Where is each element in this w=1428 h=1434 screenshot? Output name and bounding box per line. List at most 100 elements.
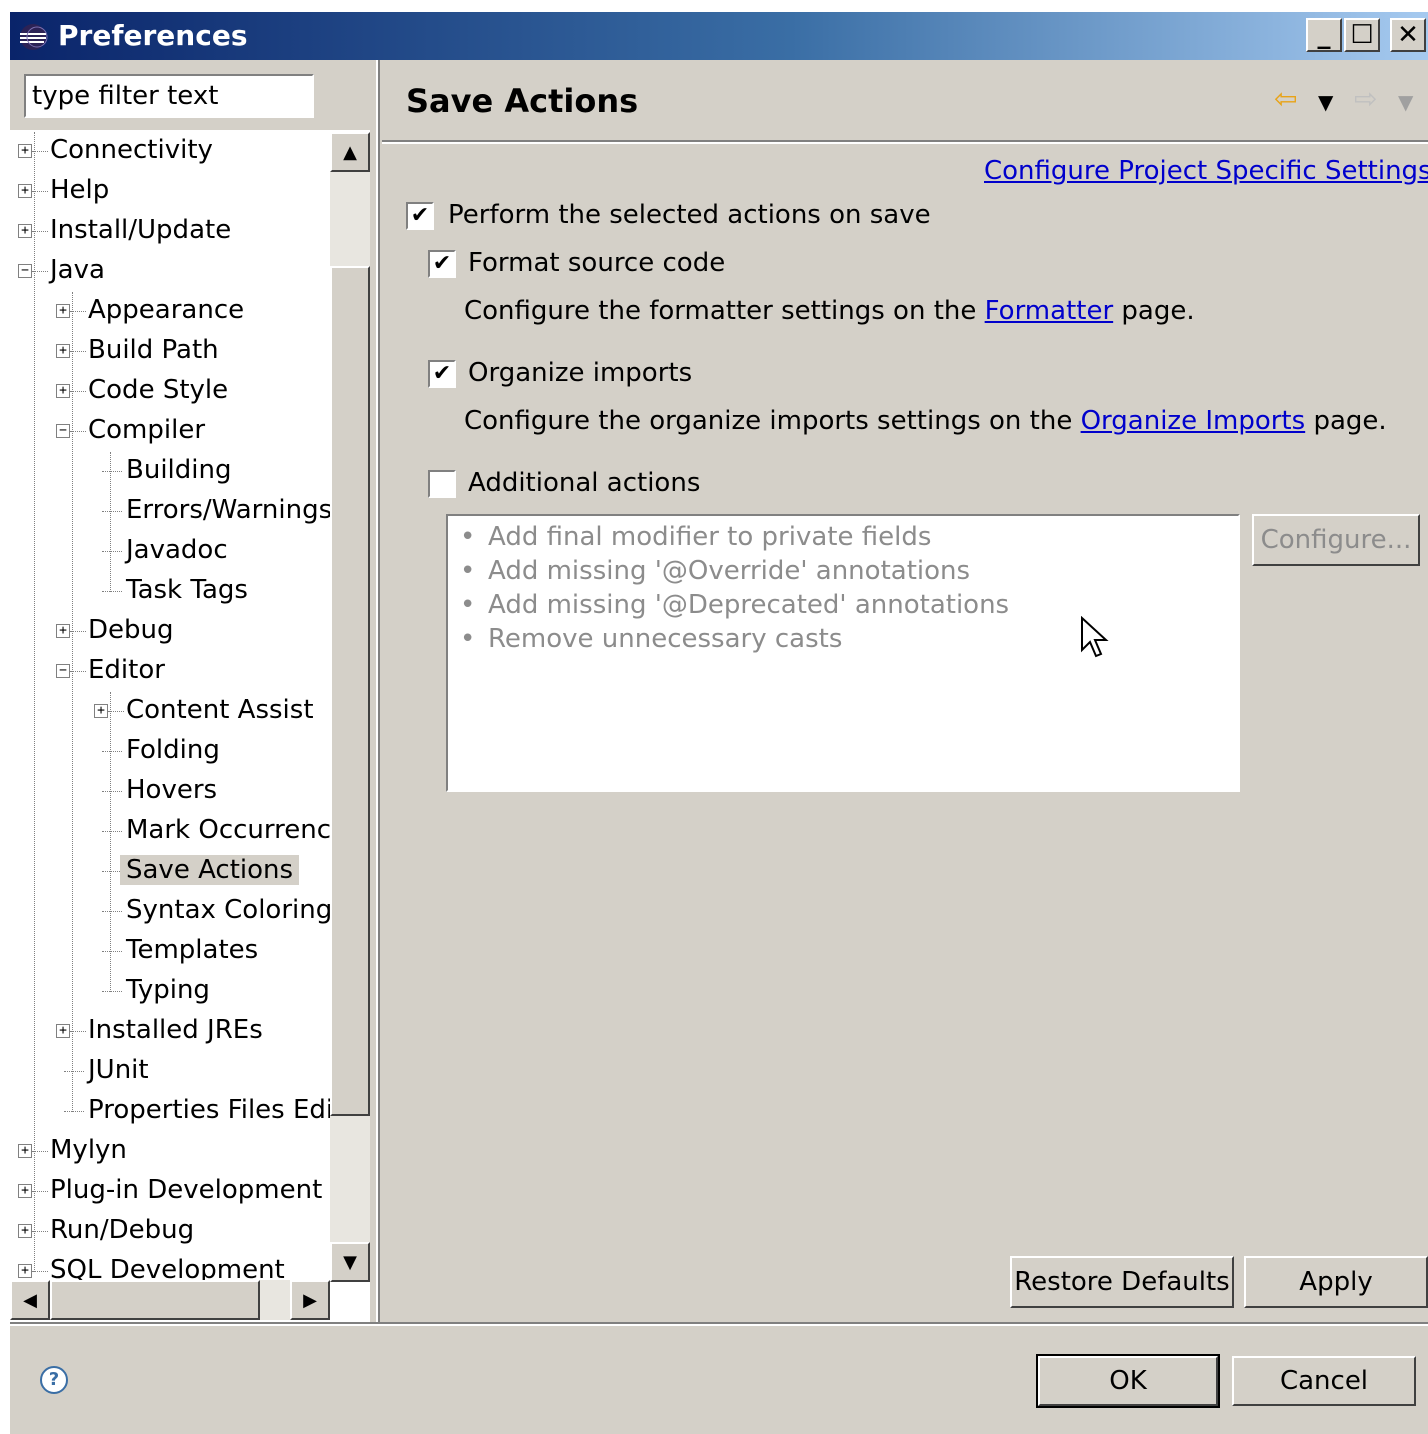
tree-connector bbox=[70, 1031, 86, 1032]
tree-item-label: Java bbox=[50, 255, 105, 285]
tree-expander-icon[interactable]: − bbox=[56, 664, 70, 678]
tree-expander-icon[interactable]: + bbox=[18, 224, 32, 238]
preference-tree[interactable]: + Connectivity + Help + Install/Update − Java + A… bbox=[10, 130, 370, 1322]
tree-connector bbox=[70, 671, 86, 672]
tree-expander-icon[interactable]: + bbox=[18, 1264, 32, 1278]
title-bar[interactable]: Preferences _ ☐ ✕ bbox=[10, 12, 1428, 60]
tree-connector bbox=[102, 751, 122, 752]
tree-item[interactable]: Compiler bbox=[88, 412, 205, 448]
ok-button[interactable]: OK bbox=[1036, 1354, 1220, 1408]
minimize-icon: _ bbox=[1317, 20, 1331, 50]
tree-item[interactable]: Mylyn bbox=[50, 1132, 127, 1168]
scroll-up-button[interactable]: ▲ bbox=[330, 132, 370, 172]
additional-actions-checkbox[interactable] bbox=[428, 470, 456, 498]
tree-connector bbox=[32, 271, 48, 272]
tree-expander-icon[interactable]: + bbox=[18, 1184, 32, 1198]
maximize-button[interactable]: ☐ bbox=[1344, 18, 1380, 52]
perform-on-save-checkbox[interactable]: ✔ bbox=[406, 202, 434, 230]
tree-item-label: Typing bbox=[126, 975, 210, 1005]
arrow-right-icon: ▶ bbox=[303, 1289, 317, 1311]
tree-item[interactable]: Syntax Coloring bbox=[126, 892, 332, 928]
tree-item[interactable]: Mark Occurrences bbox=[126, 812, 361, 848]
close-button[interactable]: ✕ bbox=[1390, 18, 1426, 52]
additional-actions-label: Additional actions bbox=[468, 468, 701, 498]
tree-item[interactable]: Java bbox=[50, 252, 105, 288]
tree-item-label: Plug-in Development bbox=[50, 1175, 323, 1205]
tree-expander-icon[interactable]: + bbox=[18, 1144, 32, 1158]
tree-item[interactable]: Appearance bbox=[88, 292, 244, 328]
tree-expander-icon[interactable]: + bbox=[18, 144, 32, 158]
tree-item[interactable]: Content Assist bbox=[126, 692, 314, 728]
tree-expander-icon[interactable]: + bbox=[18, 184, 32, 198]
tree-connector bbox=[32, 1231, 48, 1232]
forward-menu-icon[interactable]: ▼ bbox=[1398, 90, 1413, 114]
tree-item[interactable]: Task Tags bbox=[126, 572, 248, 608]
tree-item[interactable]: Templates bbox=[126, 932, 258, 968]
scroll-left-button[interactable]: ◀ bbox=[10, 1280, 50, 1320]
restore-defaults-button[interactable]: Restore Defaults bbox=[1010, 1256, 1234, 1308]
tree-horizontal-scrollbar[interactable]: ◀ ▶ bbox=[10, 1280, 330, 1320]
tree-guide-line bbox=[110, 452, 111, 592]
tree-item-label: Install/Update bbox=[50, 215, 232, 245]
back-arrow-icon[interactable]: ⇦ bbox=[1274, 82, 1297, 115]
tree-expander-icon[interactable]: + bbox=[56, 624, 70, 638]
perform-on-save-label: Perform the selected actions on save bbox=[448, 200, 931, 230]
apply-button[interactable]: Apply bbox=[1244, 1256, 1428, 1308]
tree-item[interactable]: Editor bbox=[88, 652, 165, 688]
arrow-down-icon: ▼ bbox=[343, 1251, 357, 1273]
tree-item[interactable]: Connectivity bbox=[50, 132, 213, 168]
tree-item-label: Help bbox=[50, 175, 110, 205]
tree-item[interactable]: JUnit bbox=[88, 1052, 149, 1088]
list-item: Add final modifier to private fields bbox=[460, 520, 931, 554]
tree-item[interactable]: Save Actions bbox=[120, 852, 300, 888]
scroll-down-button[interactable]: ▼ bbox=[330, 1242, 370, 1282]
tree-item[interactable]: Errors/Warnings bbox=[126, 492, 332, 528]
scroll-right-button[interactable]: ▶ bbox=[290, 1280, 330, 1320]
tree-expander-icon[interactable]: + bbox=[94, 704, 108, 718]
tree-item[interactable]: Hovers bbox=[126, 772, 217, 808]
tree-item[interactable]: Installed JREs bbox=[88, 1012, 263, 1048]
tree-item[interactable]: Plug-in Development bbox=[50, 1172, 322, 1208]
vertical-scroll-thumb[interactable] bbox=[330, 266, 370, 1116]
forward-arrow-icon[interactable]: ⇨ bbox=[1354, 82, 1377, 115]
tree-item[interactable]: Debug bbox=[88, 612, 174, 648]
tree-item-label: Templates bbox=[126, 935, 259, 965]
tree-item[interactable]: Building bbox=[126, 452, 231, 488]
formatter-link[interactable]: Formatter bbox=[985, 296, 1114, 326]
tree-item[interactable]: Properties Files Editor bbox=[88, 1092, 370, 1128]
organize-imports-link[interactable]: Organize Imports bbox=[1081, 406, 1306, 436]
tree-expander-icon[interactable]: + bbox=[56, 344, 70, 358]
title-separator bbox=[382, 140, 1428, 144]
tree-expander-icon[interactable]: + bbox=[56, 304, 70, 318]
tree-connector bbox=[64, 1071, 84, 1072]
pane-splitter[interactable] bbox=[376, 60, 380, 1322]
back-menu-icon[interactable]: ▼ bbox=[1318, 90, 1333, 114]
organize-imports-label: Organize imports bbox=[468, 358, 693, 388]
tree-item[interactable]: Code Style bbox=[88, 372, 228, 408]
tree-expander-icon[interactable]: − bbox=[18, 264, 32, 278]
cancel-button[interactable]: Cancel bbox=[1232, 1356, 1416, 1406]
tree-expander-icon[interactable]: + bbox=[56, 384, 70, 398]
configure-button[interactable]: Configure... bbox=[1252, 514, 1420, 566]
filter-input[interactable]: type filter text bbox=[24, 74, 314, 118]
tree-item[interactable]: Javadoc bbox=[126, 532, 228, 568]
minimize-button[interactable]: _ bbox=[1306, 18, 1342, 52]
tree-item[interactable]: Install/Update bbox=[50, 212, 231, 248]
tree-expander-icon[interactable]: + bbox=[56, 1024, 70, 1038]
tree-item[interactable]: Run/Debug bbox=[50, 1212, 194, 1248]
tree-item[interactable]: Build Path bbox=[88, 332, 219, 368]
tree-item[interactable]: Folding bbox=[126, 732, 220, 768]
arrow-left-icon: ◀ bbox=[23, 1289, 37, 1311]
tree-expander-icon[interactable]: + bbox=[18, 1224, 32, 1238]
help-icon[interactable]: ? bbox=[40, 1366, 68, 1394]
tree-item-label: Errors/Warnings bbox=[126, 495, 333, 525]
horizontal-scroll-thumb[interactable] bbox=[50, 1280, 260, 1320]
format-source-checkbox[interactable]: ✔ bbox=[428, 250, 456, 278]
configure-project-settings-link[interactable]: Configure Project Specific Settings... bbox=[984, 154, 1428, 188]
tree-expander-icon[interactable]: − bbox=[56, 424, 70, 438]
tree-item[interactable]: Typing bbox=[126, 972, 210, 1008]
organize-imports-checkbox[interactable]: ✔ bbox=[428, 360, 456, 388]
tree-item[interactable]: Help bbox=[50, 172, 109, 208]
maximize-icon: ☐ bbox=[1350, 20, 1374, 50]
tree-vertical-scrollbar[interactable]: ▲ ▼ bbox=[330, 132, 370, 1282]
